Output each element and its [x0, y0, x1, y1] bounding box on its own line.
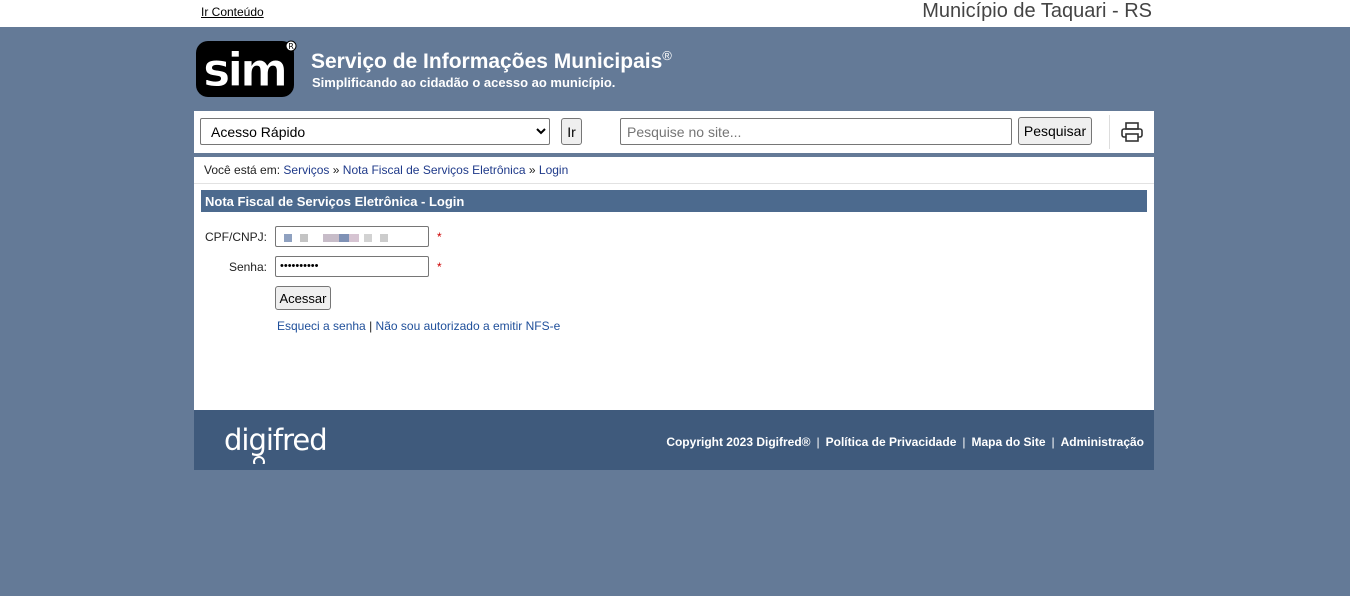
- admin-link[interactable]: Administração: [1061, 435, 1144, 449]
- breadcrumb-separator: »: [332, 163, 340, 177]
- required-mark: *: [437, 230, 442, 244]
- breadcrumb-separator: »: [528, 163, 536, 177]
- toolbar: Acesso Rápido Ir Pesquisar: [194, 111, 1154, 153]
- svg-text:R: R: [288, 42, 294, 51]
- site-title-text: Serviço de Informações Municipais: [311, 50, 663, 73]
- search-button[interactable]: Pesquisar: [1018, 117, 1092, 145]
- masked-value: [380, 234, 388, 242]
- breadcrumb-item-servicos[interactable]: Serviços: [283, 163, 329, 177]
- form-header: Nota Fiscal de Serviços Eletrônica - Log…: [201, 190, 1147, 212]
- sim-logo[interactable]: sim R: [194, 37, 298, 99]
- sitemap-link[interactable]: Mapa do Site: [972, 435, 1046, 449]
- not-authorized-link[interactable]: Não sou autorizado a emitir NFS-e: [376, 319, 561, 333]
- digifred-logo-text: digifred: [224, 423, 327, 457]
- masked-value: [284, 234, 292, 242]
- quick-access-select[interactable]: Acesso Rápido: [200, 118, 550, 145]
- access-button[interactable]: Acessar: [275, 286, 331, 310]
- search-input[interactable]: [620, 118, 1012, 145]
- password-input[interactable]: ••••••••••: [275, 256, 429, 277]
- breadcrumb-prefix: Você está em:: [204, 163, 281, 177]
- forgot-password-link[interactable]: Esqueci a senha: [277, 319, 366, 333]
- password-label: Senha:: [228, 260, 267, 274]
- masked-value: [323, 234, 339, 242]
- privacy-link[interactable]: Política de Privacidade: [826, 435, 957, 449]
- masked-value: [300, 234, 308, 242]
- breadcrumb-item-login[interactable]: Login: [539, 163, 568, 177]
- skip-to-content-link[interactable]: Ir Conteúdo: [201, 5, 264, 19]
- top-bar: Ir Conteúdo Município de Taquari - RS: [0, 0, 1350, 27]
- municipality-name: Município de Taquari - RS: [922, 0, 1152, 22]
- digifred-logo[interactable]: digifred: [224, 418, 344, 464]
- go-button[interactable]: Ir: [561, 118, 582, 145]
- required-mark: *: [437, 260, 442, 274]
- masked-value: [349, 234, 359, 242]
- footer: digifred Copyright 2023 Digifred® | Políti…: [194, 410, 1154, 470]
- masked-value: [364, 234, 372, 242]
- cpf-label: CPF/CNPJ:: [204, 230, 267, 244]
- printer-icon[interactable]: [1120, 121, 1144, 143]
- footer-links: Copyright 2023 Digifred® | Política de Pri…: [666, 435, 1144, 449]
- toolbar-divider: [1109, 115, 1110, 149]
- site-title: Serviço de Informações Municipais®: [311, 48, 672, 74]
- cpf-input[interactable]: [275, 226, 429, 247]
- link-separator: |: [369, 319, 373, 333]
- main-content: Você está em: Serviços » Nota Fiscal de …: [194, 157, 1154, 410]
- breadcrumb-item-nfse[interactable]: Nota Fiscal de Serviços Eletrônica: [343, 163, 526, 177]
- masked-value: [339, 234, 349, 242]
- registered-mark: ®: [662, 48, 672, 63]
- breadcrumb: Você está em: Serviços » Nota Fiscal de …: [194, 157, 1154, 184]
- footer-separator: |: [816, 435, 820, 449]
- copyright-text: Copyright 2023 Digifred®: [666, 435, 811, 449]
- footer-separator: |: [1051, 435, 1055, 449]
- site-subtitle: Simplificando ao cidadão o acesso ao mun…: [312, 75, 616, 90]
- sim-logo-text: sim: [203, 43, 285, 97]
- footer-separator: |: [962, 435, 966, 449]
- login-links: Esqueci a senha | Não sou autorizado a e…: [277, 319, 560, 333]
